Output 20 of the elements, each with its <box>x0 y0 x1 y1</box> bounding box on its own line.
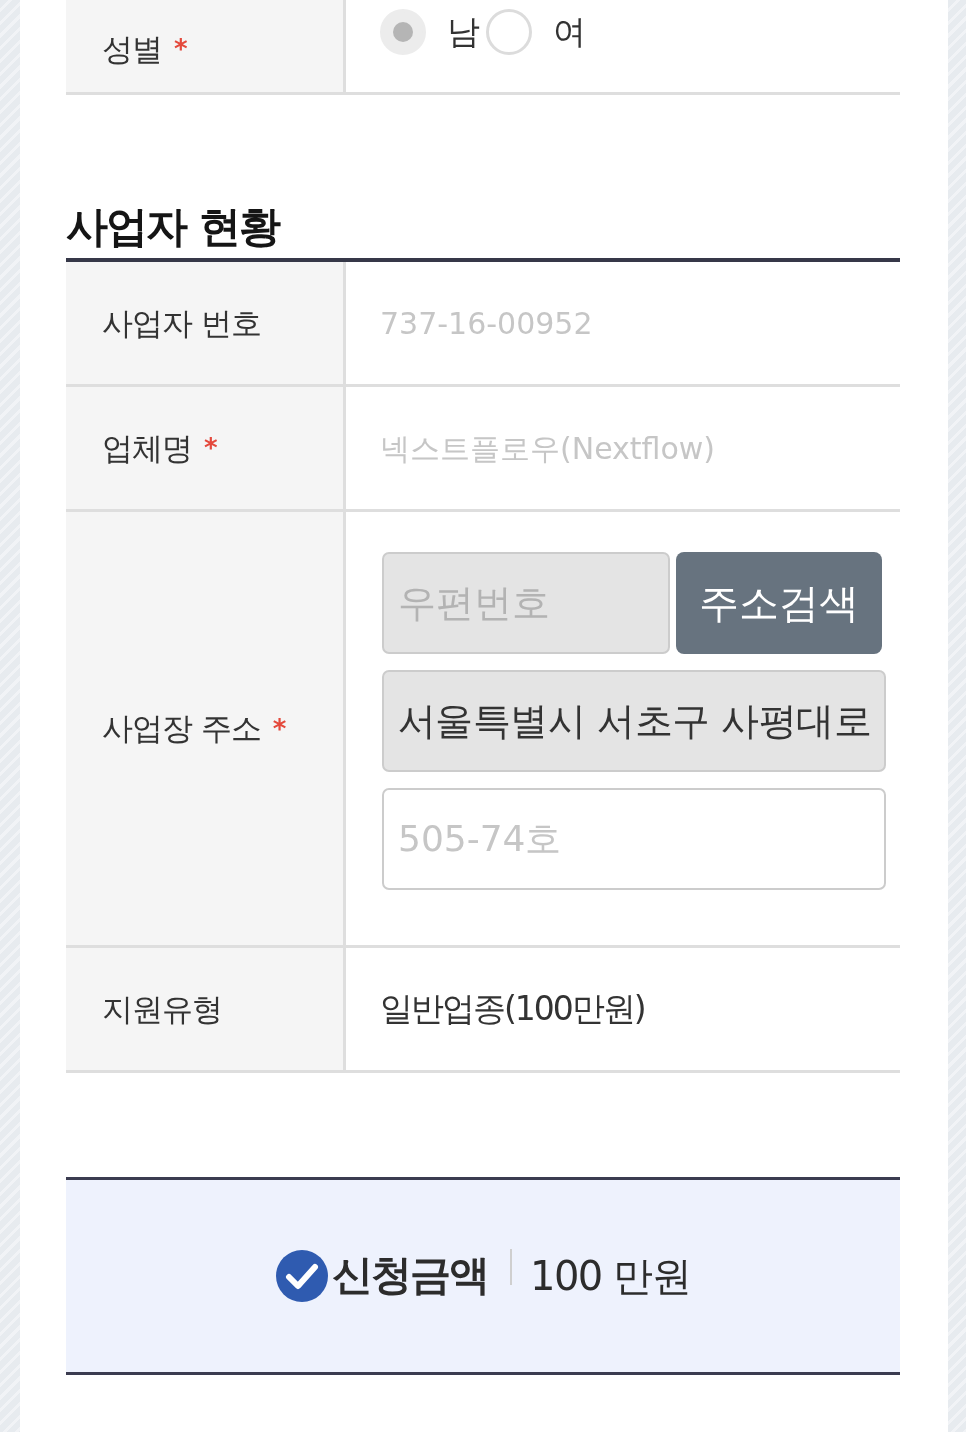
option-label[interactable]: 여 <box>553 8 586 56</box>
field-value: 737-16-00952 <box>380 304 593 343</box>
option-label[interactable]: 남 <box>447 8 480 56</box>
field-label: 업체명 <box>102 428 192 468</box>
required-mark: * <box>174 36 188 62</box>
radio-button[interactable] <box>486 9 532 55</box>
required-mark: * <box>272 715 287 742</box>
required-mark: * <box>204 435 218 461</box>
field-label: 사업자 번호 <box>102 303 261 343</box>
field-label: 성별 <box>102 29 162 69</box>
check-circle-icon <box>275 1250 328 1302</box>
amount-value: 100 만원 <box>529 1252 691 1301</box>
field-value: 넥스트플로우(Nextflow) <box>380 429 716 468</box>
amount-label: 신청금액 <box>331 1250 488 1302</box>
address-field[interactable]: 서울특별시 서초구 사평대로 <box>382 670 887 772</box>
radio-button[interactable] <box>380 9 426 55</box>
field-label: 사업장 주소 <box>102 709 261 749</box>
field-label: 지원유형 <box>102 989 222 1029</box>
field-value: 일반업종(100만원) <box>380 988 645 1031</box>
address-search-button[interactable]: 주소검색 <box>676 552 882 654</box>
